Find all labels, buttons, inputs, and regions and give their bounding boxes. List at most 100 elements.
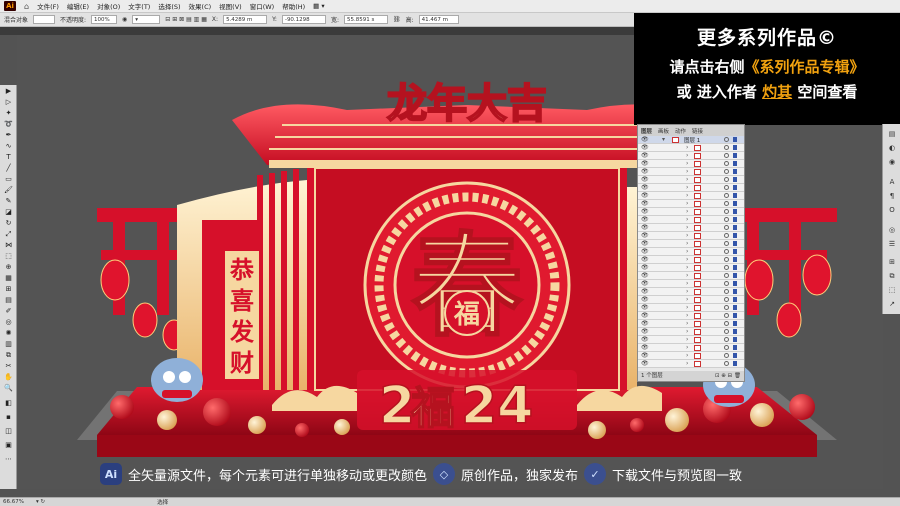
visibility-eye-icon[interactable]: 👁 [641,304,649,311]
line-tool-icon[interactable]: ╱ [3,164,14,173]
chevron-down-icon[interactable]: ▾ [662,136,665,143]
target-icon[interactable] [724,305,729,310]
transform-icon[interactable]: ⬚ [887,286,897,295]
paragraph-icon[interactable]: ¶ [887,192,897,201]
column-graph-icon[interactable]: ▥ [3,340,14,349]
chevron-right-icon[interactable]: › [686,160,688,167]
chevron-right-icon[interactable]: › [686,216,688,223]
target-icon[interactable] [724,257,729,262]
workspace-grid-icon[interactable]: ▦ ▾ [313,2,324,10]
gradient-tool-icon[interactable]: ▤ [3,296,14,305]
sublayer-row[interactable]: 👁 › [638,144,744,152]
sublayer-row[interactable]: 👁 › [638,200,744,208]
align-icons[interactable]: ⊟ ⊞ ⊠ ▤ ▥ ▦ [165,16,207,23]
style-select[interactable]: ▾ [132,15,161,24]
target-icon[interactable] [724,273,729,278]
visibility-eye-icon[interactable]: 👁 [641,360,649,367]
free-transform-icon[interactable]: ⬚ [3,252,14,261]
visibility-eye-icon[interactable]: 👁 [641,320,649,327]
eraser-tool-icon[interactable]: ◪ [3,208,14,217]
menu-select[interactable]: 选择(S) [158,1,180,11]
menu-help[interactable]: 帮助(H) [282,1,305,11]
export-icon[interactable]: ↗ [887,300,897,309]
visibility-eye-icon[interactable]: 👁 [641,144,649,151]
target-icon[interactable] [724,353,729,358]
width-tool-icon[interactable]: ⋈ [3,241,14,250]
sublayer-row[interactable]: 👁 › [638,256,744,264]
zoom-level[interactable]: 66.67% [3,499,24,505]
sublayer-row[interactable]: 👁 › [638,240,744,248]
visibility-eye-icon[interactable]: 👁 [641,200,649,207]
menu-effect[interactable]: 效果(C) [189,1,212,11]
visibility-eye-icon[interactable]: 👁 [641,176,649,183]
visibility-eye-icon[interactable]: 👁 [641,256,649,263]
chevron-right-icon[interactable]: › [686,352,688,359]
visibility-eye-icon[interactable]: 👁 [641,160,649,167]
h-field[interactable]: 41.467 m [418,15,459,24]
tab-actions[interactable]: 动作 [675,127,686,135]
curvature-tool-icon[interactable]: ∿ [3,142,14,151]
target-icon[interactable] [724,249,729,254]
sublayer-row[interactable]: 👁 › [638,264,744,272]
sublayer-row[interactable]: 👁 › [638,160,744,168]
shape-builder-icon[interactable]: ⊕ [3,263,14,272]
chevron-right-icon[interactable]: › [686,328,688,335]
sublayer-row[interactable]: 👁 › [638,232,744,240]
chevron-right-icon[interactable]: › [686,248,688,255]
target-icon[interactable] [724,193,729,198]
sublayer-row[interactable]: 👁 › [638,272,744,280]
x-field[interactable]: 5.4289 m [223,15,268,24]
fill-stroke-swatch[interactable]: ◧ [3,399,14,408]
pathfinder-icon[interactable]: ⧉ [887,272,897,281]
chevron-right-icon[interactable]: › [686,336,688,343]
opacity-field[interactable]: 100% [91,15,118,24]
target-icon[interactable] [724,241,729,246]
target-icon[interactable] [724,337,729,342]
link-icon[interactable]: ⛓ [393,16,401,23]
target-icon[interactable] [724,145,729,150]
visibility-eye-icon[interactable]: 👁 [641,296,649,303]
visibility-eye-icon[interactable]: 👁 [641,312,649,319]
chevron-right-icon[interactable]: › [686,360,688,367]
align-icon[interactable]: ⊞ [887,258,897,267]
target-icon[interactable] [724,137,729,142]
chevron-right-icon[interactable]: › [686,312,688,319]
promo-line-2-highlight[interactable]: 《系列作品专辑》 [745,58,865,76]
sublayer-row[interactable]: 👁 › [638,176,744,184]
chevron-right-icon[interactable]: › [686,296,688,303]
target-icon[interactable] [724,329,729,334]
visibility-eye-icon[interactable]: 👁 [641,216,649,223]
direct-selection-tool-icon[interactable]: ▷ [3,98,14,107]
chevron-right-icon[interactable]: › [686,288,688,295]
sublayer-row[interactable]: 👁 › [638,360,744,368]
chevron-right-icon[interactable]: › [686,280,688,287]
menu-window[interactable]: 窗口(W) [250,1,275,11]
menu-edit[interactable]: 编辑(E) [67,1,89,11]
target-icon[interactable] [724,161,729,166]
tab-artboards[interactable]: 画板 [658,127,669,135]
chevron-right-icon[interactable]: › [686,176,688,183]
chevron-right-icon[interactable]: › [686,256,688,263]
chevron-right-icon[interactable]: › [686,144,688,151]
selection-tool-icon[interactable]: ▶ [3,87,14,96]
menu-file[interactable]: 文件(F) [37,1,59,11]
chevron-right-icon[interactable]: › [686,240,688,247]
visibility-eye-icon[interactable]: 👁 [641,328,649,335]
visibility-eye-icon[interactable]: 👁 [641,248,649,255]
chevron-right-icon[interactable]: › [686,192,688,199]
character-icon[interactable]: A [887,178,897,187]
type-tool-icon[interactable]: T [3,153,14,162]
color-icon[interactable]: ◉ [887,158,897,167]
chevron-right-icon[interactable]: › [686,224,688,231]
edit-toolbar-icon[interactable]: ⋯ [3,455,14,464]
sublayer-row[interactable]: 👁 › [638,168,744,176]
layer-name[interactable]: 图层 1 [684,136,700,144]
appearance-icon[interactable]: ☰ [887,240,897,249]
visibility-eye-icon[interactable]: 👁 [641,272,649,279]
target-icon[interactable] [724,289,729,294]
chevron-right-icon[interactable]: › [686,184,688,191]
target-icon[interactable] [724,297,729,302]
style-icon[interactable]: ◉ [122,16,127,23]
sublayer-row[interactable]: 👁 › [638,192,744,200]
visibility-eye-icon[interactable]: 👁 [641,168,649,175]
